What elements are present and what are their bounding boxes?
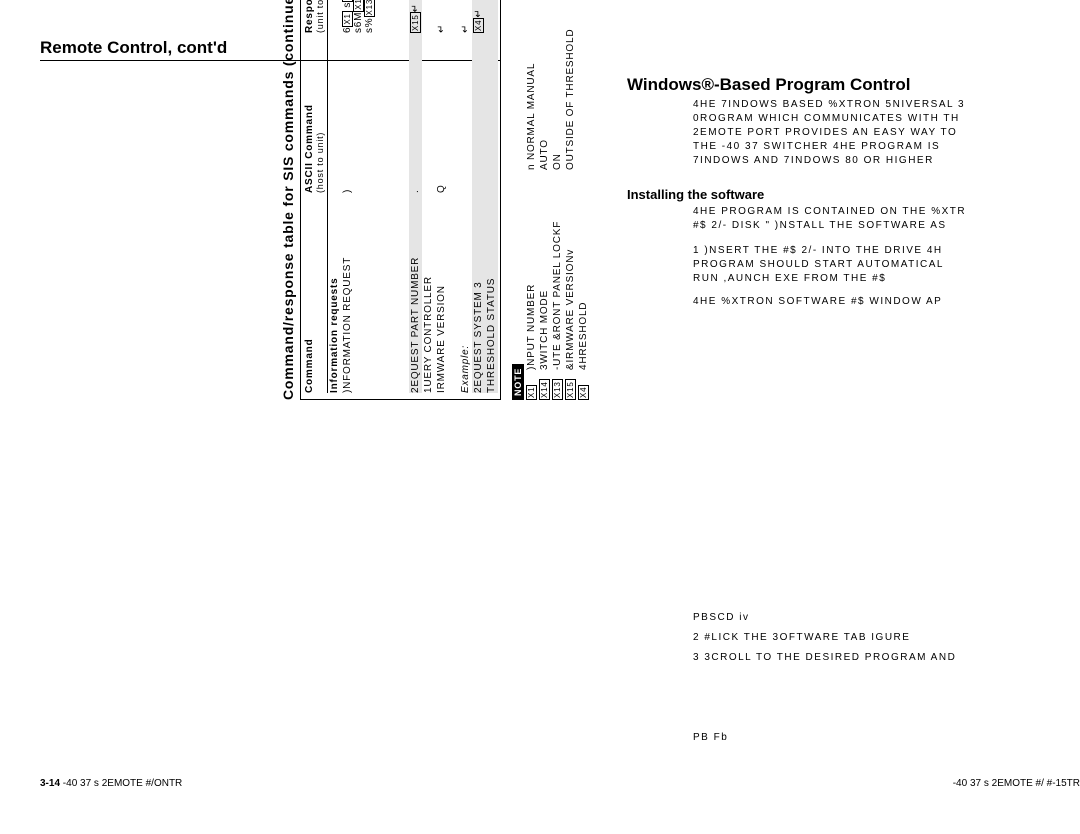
lower-steps: PBSCD iv 2 #LICK THE 3OFTWARE TAB IGURE … (693, 608, 956, 748)
footer-right: -40 37 s 2EMOTE #/ #-15TR (953, 778, 1080, 789)
cmd-cell: )NFORMATION REQUEST (342, 193, 408, 393)
table-title: Command/response table for SIS commands … (280, 0, 296, 400)
column-header: ASCII Command(host to unit) (304, 33, 326, 193)
note-line: X14 3WITCH MODE AUTO (538, 0, 551, 400)
note-line: X15 &IRMWARE VERSIONv OUTSIDE OF THRESHO… (564, 0, 577, 400)
page-number-left: 3-14 (40, 778, 60, 789)
text-line: PB Fb (693, 732, 728, 743)
resp-cell: 6X1 sX1 sX14 s6MX13 s!MX13 s%X13↵ (342, 0, 408, 33)
note-line: X4 4HRESHOLD (577, 0, 590, 400)
table-row: THRESHOLD STATUS (485, 0, 498, 393)
text-line: 2 #LICK THE 3OFTWARE TAB IGURE (693, 632, 910, 643)
table-header-row: Command ASCII Command(host to unit) Resp… (303, 0, 328, 393)
column-header: Command (304, 193, 326, 393)
cmd-cell: THRESHOLD STATUS (486, 193, 497, 393)
note-row: NOTE (511, 0, 525, 400)
table-body: Command ASCII Command(host to unit) Resp… (300, 0, 501, 400)
ascii-cell: . (410, 33, 421, 193)
note-line: X13 -UTE &RONT PANEL LOCKF ON (551, 0, 564, 400)
command-response-table: Command/response table for SIS commands … (280, 0, 740, 400)
table-row: Example: ↵ SAMPLE VALUE ONLY (459, 0, 472, 393)
resp-cell: X4↵ (473, 0, 484, 33)
page-title-left: Remote Control, cont'd (40, 38, 227, 58)
column-header: Response(unit to host) (304, 0, 326, 33)
table-row: 2EQUEST PART NUMBER . X15↵ 3EE APPENDIX … (409, 0, 422, 393)
table-row: 1UERY CONTROLLER (422, 0, 435, 393)
cmd-cell: 2EQUEST PART NUMBER (410, 193, 421, 393)
table-row: )NFORMATION REQUEST ) 6X1 sX1 sX14 s6MX1… (341, 0, 409, 393)
cmd-cell: 1UERY CONTROLLER (423, 193, 434, 393)
cmd-cell: IRMWARE VERSION (436, 193, 458, 393)
footer-text-left: -40 37 s 2EMOTE #/ONTR (63, 778, 182, 789)
cmd-cell: 2EQUEST SYSTEM 3 (473, 193, 484, 393)
table-row: IRMWARE VERSION Q ↵ 4HE FACTORY INSTALLE… (435, 0, 459, 393)
table-row: 2EQUEST SYSTEM 3 X4↵ (472, 0, 485, 393)
note-badge: NOTE (512, 364, 524, 400)
footer-left: 3-14 -40 37 s 2EMOTE #/ONTR (40, 778, 182, 789)
table-section: Information requests (328, 0, 341, 393)
resp-cell: ↵ (436, 0, 458, 33)
note-line: X1 )NPUT NUMBER n NORMAL MANUAL (525, 0, 538, 400)
resp-cell: X15↵ (410, 0, 421, 33)
text-line: PBSCD iv (693, 612, 749, 623)
resp-cell: ↵ (460, 0, 471, 33)
cmd-cell: Example: (460, 193, 471, 393)
ascii-cell: ) (342, 33, 408, 193)
text-line: 3 3CROLL TO THE DESIRED PROGRAM AND (693, 652, 956, 663)
ascii-cell: Q (436, 33, 458, 193)
